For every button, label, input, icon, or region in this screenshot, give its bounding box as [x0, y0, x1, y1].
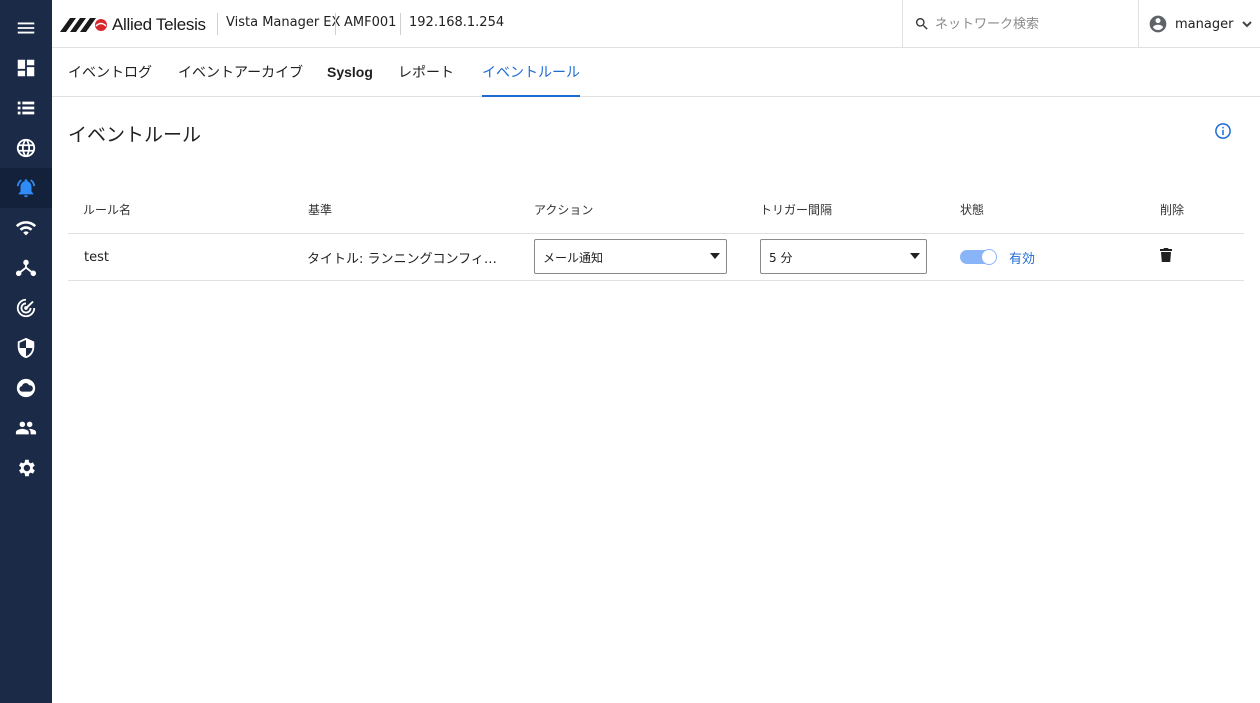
tab-report[interactable]: レポート: [398, 62, 454, 97]
brand-name: Allied Telesis: [112, 15, 206, 34]
status-label: 有効: [1009, 252, 1036, 267]
sidebar-item-list[interactable]: [0, 88, 52, 128]
column-header-status: 状態: [960, 203, 985, 217]
tab-event-archive[interactable]: イベントアーカイブ: [178, 62, 303, 97]
trash-icon: [1160, 248, 1172, 262]
device-name: AMF001: [344, 15, 397, 30]
action-select[interactable]: メール通知: [534, 239, 727, 274]
bell-icon: [16, 179, 36, 198]
column-header-delete: 削除: [1160, 203, 1185, 217]
sidebar-item-security[interactable]: [0, 328, 52, 368]
sidebar-item-settings[interactable]: [0, 448, 52, 488]
tab-syslog[interactable]: Syslog: [327, 64, 373, 99]
page-title: イベントルール: [68, 124, 202, 146]
column-header-criteria: 基準: [308, 203, 333, 217]
sidebar-item-network[interactable]: [0, 128, 52, 168]
dropdown-arrow-icon: [710, 253, 720, 259]
rule-name-cell: test: [84, 250, 109, 265]
info-button[interactable]: [1214, 122, 1234, 142]
header-divider: [217, 13, 218, 35]
trigger-interval-select[interactable]: 5 分: [760, 239, 927, 274]
tab-event-log[interactable]: イベントログ: [68, 62, 152, 97]
network-search: [902, 0, 1139, 48]
globe-icon: [16, 138, 36, 158]
menu-icon: [17, 22, 35, 34]
shield-icon: [17, 337, 35, 359]
sidebar-item-monitor[interactable]: [0, 288, 52, 328]
gear-icon: [19, 459, 35, 477]
topology-icon: [15, 259, 37, 277]
sidebar-item-dashboard[interactable]: [0, 48, 52, 88]
column-header-action: アクション: [534, 203, 594, 217]
device-ip: 192.168.1.254: [409, 15, 505, 30]
search-icon: [915, 18, 928, 30]
dropdown-arrow-icon: [910, 253, 920, 259]
trigger-interval-value: 5 分: [769, 251, 793, 265]
criteria-cell: タイトル: ランニングコンフィ…: [307, 252, 497, 267]
action-select-value: メール通知: [543, 251, 604, 265]
column-header-rule-name: ルール名: [83, 203, 132, 217]
tab-event-rules[interactable]: イベントルール: [482, 62, 580, 97]
column-header-trigger-interval: トリガー間隔: [760, 203, 833, 217]
row-divider-line: [68, 280, 1244, 281]
header-divider: [335, 13, 336, 35]
sidebar-item-events[interactable]: [0, 168, 52, 208]
search-input[interactable]: [935, 12, 1130, 36]
product-name: Vista Manager EX: [226, 15, 341, 30]
delete-button[interactable]: [1160, 248, 1174, 264]
header-divider: [400, 13, 401, 35]
sidebar-item-cloud[interactable]: [0, 368, 52, 408]
account-icon: [1148, 14, 1168, 34]
tab-bar: イベントログ イベントアーカイブ Syslog レポート イベントルール: [52, 48, 1260, 97]
top-header: Allied Telesis Vista Manager EX AMF001 1…: [52, 0, 1260, 48]
menu-button[interactable]: [0, 8, 52, 48]
header-divider-line: [68, 233, 1244, 234]
allied-telesis-logo-icon: [60, 18, 107, 32]
people-icon: [15, 421, 37, 435]
user-name: manager: [1175, 16, 1234, 32]
list-icon: [17, 101, 35, 115]
toggle-knob: [982, 250, 996, 264]
brand-logo[interactable]: Allied Telesis: [60, 14, 206, 36]
sidebar: [0, 0, 52, 703]
status-toggle[interactable]: [960, 249, 996, 265]
radar-icon: [16, 298, 36, 318]
user-menu[interactable]: manager: [1148, 0, 1260, 48]
sidebar-item-topology[interactable]: [0, 248, 52, 288]
info-icon: [1215, 123, 1231, 139]
sidebar-item-wireless[interactable]: [0, 208, 52, 248]
dashboard-icon: [17, 59, 35, 77]
cloud-icon: [16, 378, 36, 398]
wifi-icon: [15, 221, 37, 236]
sidebar-item-users[interactable]: [0, 408, 52, 448]
chevron-down-icon: [1241, 18, 1253, 30]
